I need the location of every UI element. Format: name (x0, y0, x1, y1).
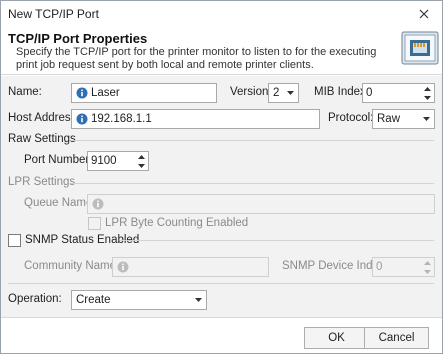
title-bar: New TCP/IP Port (1, 1, 442, 27)
host-address-label: Host Address: (8, 112, 80, 124)
properties-form: Name: Laser Version: 2 MIB Index: 0 Host… (1, 76, 442, 317)
version-select[interactable]: 2 (268, 83, 299, 103)
version-value: 2 (273, 87, 280, 99)
snmp-divider (120, 240, 434, 241)
protocol-select[interactable]: Raw (372, 109, 435, 129)
operation-divider (8, 283, 434, 284)
port-number-label: Port Number: (24, 154, 93, 166)
info-icon (92, 198, 104, 210)
mib-index-value: 0 (366, 87, 373, 99)
protocol-value: Raw (377, 113, 401, 125)
name-label: Name: (8, 86, 42, 98)
increment-button[interactable] (134, 152, 148, 161)
snmp-device-index-stepper[interactable]: 0 (372, 257, 435, 277)
decrement-button[interactable] (420, 267, 434, 276)
info-icon (117, 261, 129, 273)
host-address-value: 192.168.1.1 (91, 113, 152, 125)
new-tcpip-port-dialog: New TCP/IP Port TCP/IP Port Properties S… (0, 0, 443, 354)
snmp-device-index-value: 0 (376, 261, 383, 273)
close-button[interactable] (410, 3, 438, 25)
dialog-footer: OK Cancel (1, 317, 442, 353)
chevron-down-icon (418, 110, 434, 128)
decrement-button[interactable] (420, 93, 434, 102)
network-port-icon (401, 31, 439, 65)
operation-select[interactable]: Create (71, 290, 207, 310)
host-address-field[interactable]: 192.168.1.1 (71, 109, 320, 129)
header-panel: TCP/IP Port Properties Specify the TCP/I… (1, 27, 442, 75)
snmp-status-checkbox[interactable] (8, 234, 21, 247)
queue-name-label: Queue Name: (24, 197, 96, 209)
name-field[interactable]: Laser (71, 83, 217, 103)
port-number-stepper[interactable]: 9100 (87, 151, 149, 171)
decrement-button[interactable] (134, 161, 148, 170)
window-title: New TCP/IP Port (8, 7, 99, 21)
name-value: Laser (91, 87, 120, 99)
raw-settings-heading: Raw Settings (8, 133, 76, 145)
page-title: TCP/IP Port Properties (8, 31, 148, 46)
chevron-down-icon (282, 84, 298, 102)
port-number-value: 9100 (91, 155, 117, 167)
lpr-byte-counting-checkbox[interactable] (88, 217, 101, 230)
lpr-byte-counting-label: LPR Byte Counting Enabled (105, 217, 249, 229)
raw-settings-divider (71, 140, 434, 141)
close-icon (419, 9, 429, 19)
info-icon (76, 113, 88, 125)
lpr-settings-heading: LPR Settings (8, 176, 76, 188)
protocol-label: Protocol: (328, 112, 374, 124)
queue-name-field[interactable] (87, 194, 435, 214)
info-icon (76, 87, 88, 99)
community-name-field[interactable] (112, 257, 269, 277)
page-description: Specify the TCP/IP port for the printer … (16, 46, 377, 71)
community-name-label: Community Name: (24, 260, 120, 272)
increment-button[interactable] (420, 84, 434, 93)
increment-button[interactable] (420, 258, 434, 267)
chevron-down-icon (190, 291, 206, 309)
ok-button[interactable]: OK (304, 327, 369, 349)
cancel-button[interactable]: Cancel (364, 327, 429, 349)
operation-label: Operation: (8, 293, 62, 305)
lpr-settings-divider (71, 183, 434, 184)
mib-index-stepper[interactable]: 0 (362, 83, 435, 103)
mib-index-label: MIB Index: (314, 86, 369, 98)
operation-value: Create (76, 294, 111, 306)
version-label: Version: (230, 86, 272, 98)
